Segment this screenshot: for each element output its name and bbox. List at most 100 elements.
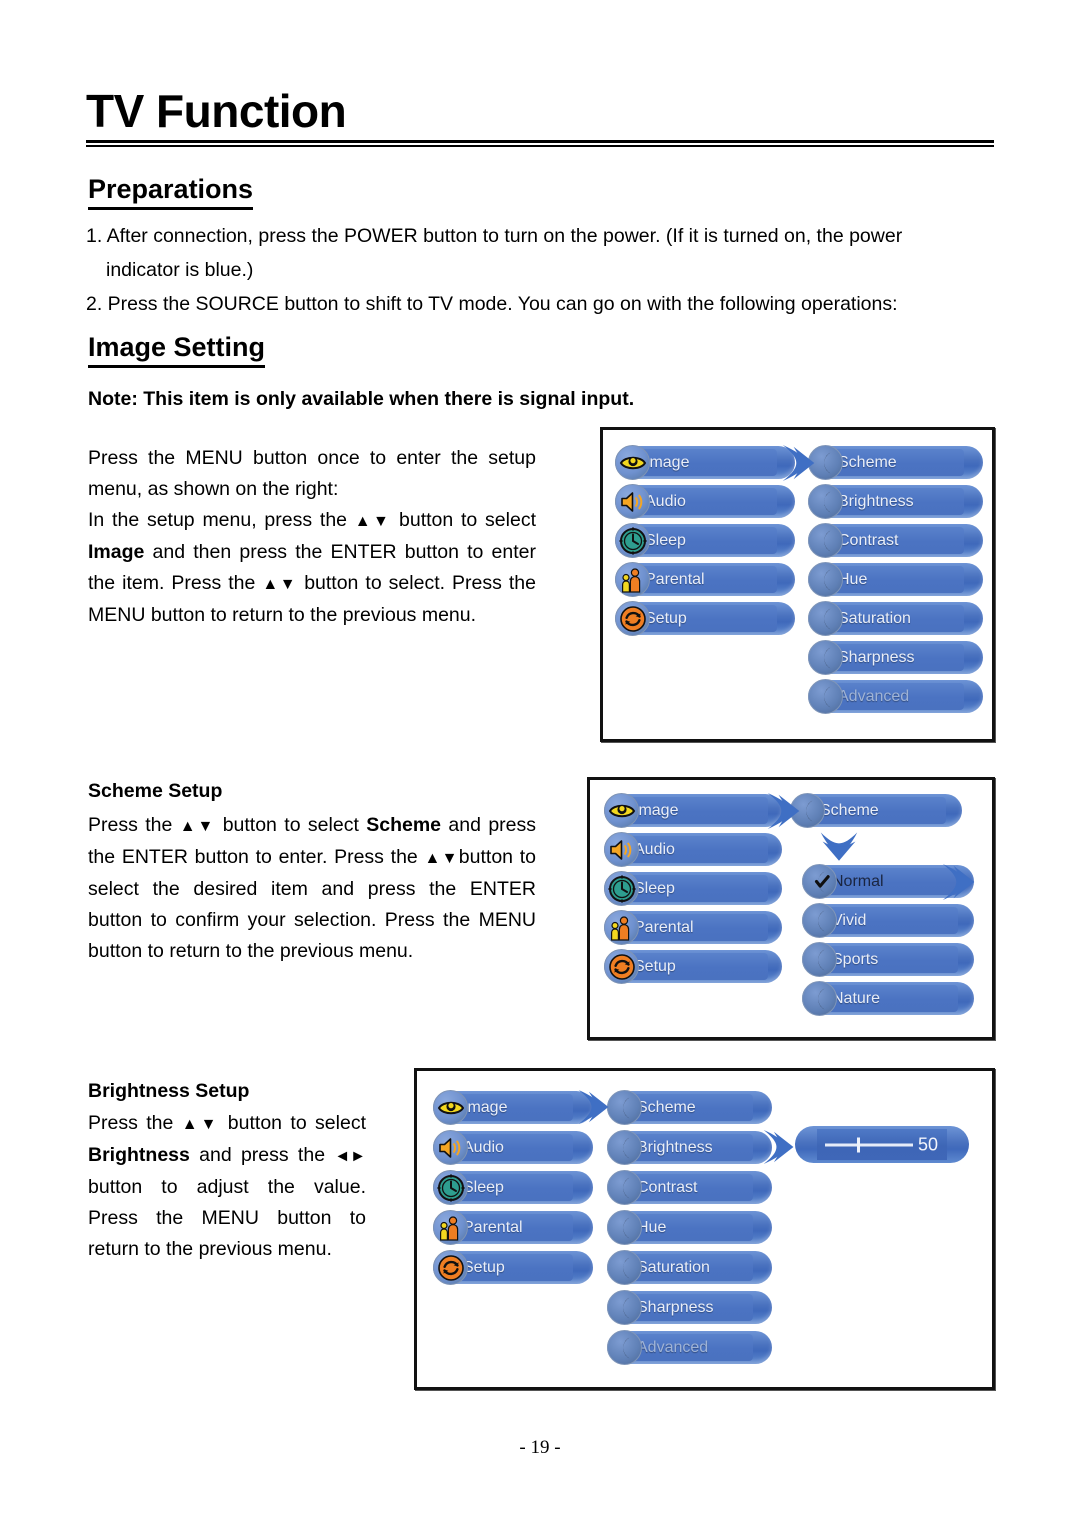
osd-menu-label: Scheme	[820, 801, 879, 819]
keyword-scheme: Scheme	[366, 814, 442, 836]
osd-menu-label: Nature	[832, 989, 881, 1007]
slider-track[interactable]	[825, 1143, 913, 1146]
eye-icon	[604, 793, 639, 828]
osd-menu-label: Brightness	[838, 492, 914, 510]
text-fragment: button to select	[391, 509, 537, 531]
keyword-brightness: Brightness	[88, 1144, 190, 1166]
osd-diagram-3-canvas: Image Audio Sleep Parental Setup Scheme Bright…	[417, 1071, 992, 1387]
clock-icon	[604, 871, 639, 906]
osd-menu-label: Parental	[463, 1218, 523, 1236]
speaker-icon	[615, 484, 650, 519]
crescent-icon	[607, 1130, 642, 1165]
text-fragment: Press the	[88, 814, 180, 836]
refresh-icon	[433, 1250, 468, 1285]
page-number: - 19 -	[519, 1437, 561, 1458]
eye-icon	[615, 445, 650, 480]
scheme-setup-body: Press the ▲▼ button to select Scheme and…	[88, 810, 536, 967]
image-setting-paragraph-1: Press the MENU button once to enter the …	[88, 447, 536, 500]
osd-diagram-scheme-menu: Image Audio Sleep Parental Setup Scheme Normal…	[587, 777, 995, 1040]
clock-icon	[433, 1170, 468, 1205]
osd-menu-label: Sharpness	[637, 1298, 714, 1316]
osd-diagram-brightness-menu: Image Audio Sleep Parental Setup Scheme Bright…	[414, 1068, 995, 1390]
osd-menu-label: Vivid	[832, 911, 867, 929]
crescent-icon	[802, 942, 837, 977]
refresh-icon	[604, 949, 639, 984]
eye-icon	[433, 1090, 468, 1125]
crescent-icon	[808, 562, 843, 597]
osd-menu-label: Audio	[645, 492, 686, 510]
updown-arrows-icon: ▲▼	[179, 818, 216, 835]
refresh-icon	[615, 601, 650, 636]
clock-icon	[615, 523, 650, 558]
osd-diagram-image-menu: Image Audio Sleep Parental Setup Scheme Bright…	[600, 427, 995, 742]
updown-arrows-icon: ▲▼	[424, 850, 459, 867]
crescent-icon	[607, 1210, 642, 1245]
crescent-icon	[607, 1290, 642, 1325]
osd-menu-label: Sleep	[463, 1178, 504, 1196]
scheme-setup-paragraph: Press the ▲▼ button to select Scheme and…	[88, 810, 536, 967]
osd-menu-label: Brightness	[637, 1138, 713, 1156]
chevron-right-icon	[781, 442, 817, 489]
osd-menu-label: Advanced	[637, 1338, 709, 1356]
text-fragment: Press the	[88, 1112, 182, 1134]
crescent-icon	[607, 1170, 642, 1205]
osd-menu-label: Parental	[645, 570, 705, 588]
osd-menu-label: Scheme	[637, 1098, 696, 1116]
keyword-image: Image	[88, 541, 145, 563]
chevron-right-icon	[577, 1086, 611, 1133]
osd-menu-label: Saturation	[637, 1258, 710, 1276]
section-heading-preparations: Preparations	[88, 174, 254, 210]
speaker-icon	[604, 832, 639, 867]
text-fragment: In the setup menu, press the	[88, 509, 355, 531]
crescent-icon	[808, 523, 843, 558]
crescent-icon	[808, 484, 843, 519]
brightness-setup-paragraph: Press the ▲▼ button to select Brightness…	[88, 1108, 366, 1265]
osd-menu-label: Sleep	[645, 531, 686, 549]
preparations-list: 1. After connection, press the POWER but…	[86, 219, 996, 321]
osd-menu-label: Setup	[645, 609, 687, 627]
osd-diagram-2-canvas: Image Audio Sleep Parental Setup Scheme Normal…	[590, 780, 992, 1037]
crescent-icon	[802, 981, 837, 1016]
osd-diagram-1-canvas: Image Audio Sleep Parental Setup Scheme Bright…	[603, 430, 992, 739]
preparations-item-1: 1. After connection, press the POWER but…	[86, 225, 903, 247]
osd-menu-label: Image	[634, 801, 679, 819]
osd-menu-label: Normal	[832, 872, 884, 890]
title-divider	[86, 140, 994, 147]
slider-thumb[interactable]	[857, 1137, 860, 1152]
updown-arrows-icon: ▲▼	[354, 513, 392, 530]
osd-menu-label: Contrast	[838, 531, 899, 549]
chevron-right-icon	[941, 861, 977, 908]
image-setting-note: Note: This item is only available when t…	[88, 388, 635, 410]
crescent-icon	[808, 640, 843, 675]
osd-menu-label: Sharpness	[838, 648, 915, 666]
osd-menu-label: Audio	[634, 840, 675, 858]
leftright-arrows-icon: ◄►	[334, 1148, 366, 1165]
subsection-heading-brightness-setup: Brightness Setup	[88, 1080, 250, 1102]
osd-menu-label: Setup	[463, 1258, 505, 1276]
preparations-item-2: 2. Press the SOURCE button to shift to T…	[86, 293, 898, 315]
image-setting-paragraph-2: In the setup menu, press the ▲▼ button t…	[88, 505, 536, 631]
osd-menu-label: Audio	[463, 1138, 504, 1156]
crescent-icon	[607, 1090, 642, 1125]
text-fragment: button to select	[215, 814, 367, 836]
chevron-down-icon	[818, 830, 860, 869]
osd-menu-label: Image	[463, 1098, 508, 1116]
updown-arrows-icon: ▲▼	[262, 576, 298, 593]
osd-menu-label: Setup	[634, 957, 676, 975]
text-fragment: button to adjust the value. Press the ME…	[88, 1176, 366, 1260]
image-setting-body: Press the MENU button once to enter the …	[88, 443, 536, 631]
manual-page: TV Function Preparations 1. After connec…	[0, 0, 1080, 1524]
crescent-icon	[808, 679, 843, 714]
subsection-heading-scheme-setup: Scheme Setup	[88, 780, 223, 802]
chevron-right-icon	[766, 790, 802, 837]
parental-icon	[615, 562, 650, 597]
text-fragment: and press the	[189, 1144, 335, 1166]
brightness-setup-body: Press the ▲▼ button to select Brightness…	[88, 1108, 366, 1265]
osd-menu-label: Contrast	[637, 1178, 698, 1196]
slider-value: 50	[918, 1134, 939, 1154]
osd-menu-label: Parental	[634, 918, 694, 936]
crescent-icon	[808, 601, 843, 636]
osd-menu-label: Sleep	[634, 879, 675, 897]
section-heading-image-setting: Image Setting	[88, 332, 266, 368]
crescent-check-icon	[802, 864, 837, 899]
